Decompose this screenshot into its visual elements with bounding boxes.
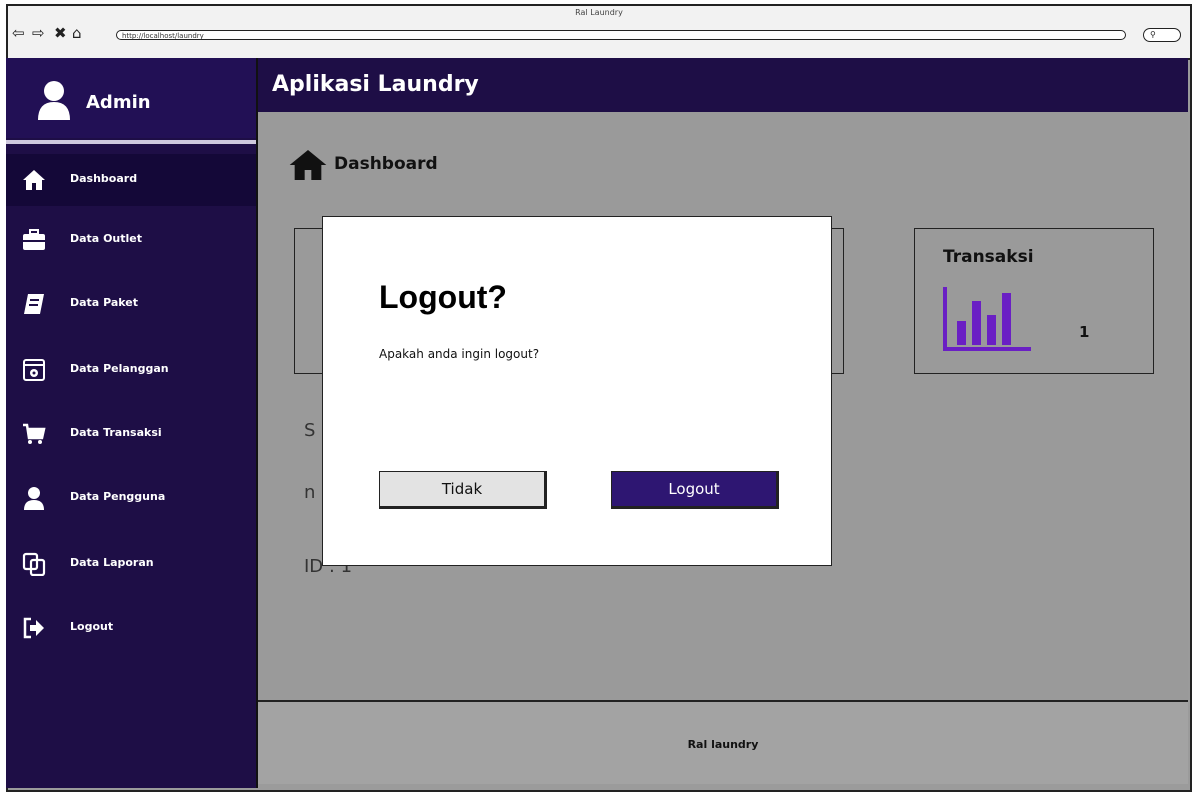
cart-icon: [23, 423, 46, 444]
browser-title: Ral Laundry: [575, 8, 623, 17]
sidebar-item-data-paket[interactable]: Data Paket: [6, 278, 256, 330]
footer-text: Ral laundry: [687, 738, 759, 751]
archive-icon: [23, 359, 45, 381]
sidebar-item-data-pengguna[interactable]: Data Pengguna: [6, 472, 256, 524]
sidebar: Admin Dashboard Data Outlet Data Paket D…: [6, 58, 258, 788]
book-icon: [24, 294, 44, 314]
cancel-button[interactable]: Tidak: [379, 471, 547, 509]
page-title: Dashboard: [334, 154, 438, 174]
sidebar-item-label: Logout: [70, 620, 114, 633]
sidebar-item-data-pelanggan[interactable]: Data Pelanggan: [6, 344, 256, 396]
app-header: Aplikasi Laundry: [258, 58, 1188, 112]
logout-modal: Logout? Apakah anda ingin logout? Tidak …: [322, 216, 832, 566]
sidebar-item-logout[interactable]: Logout: [6, 602, 256, 654]
logout-icon: [23, 617, 44, 639]
modal-message: Apakah anda ingin logout?: [379, 347, 540, 361]
user-icon: [24, 487, 44, 510]
search-icon[interactable]: ⚲: [1143, 28, 1181, 42]
briefcase-icon: [23, 229, 45, 250]
page-footer: Ral laundry: [258, 700, 1188, 784]
user-name: Admin: [86, 92, 151, 113]
bar-chart-icon: [943, 287, 1031, 351]
copy-icon: [22, 552, 46, 576]
close-icon[interactable]: ✖: [54, 24, 67, 42]
app-title: Aplikasi Laundry: [272, 72, 479, 97]
sidebar-item-label: Data Laporan: [70, 556, 154, 569]
partial-text-1: S: [304, 420, 316, 441]
sidebar-item-label: Data Pengguna: [70, 490, 166, 503]
back-icon[interactable]: ⇦: [12, 24, 25, 42]
sidebar-item-data-outlet[interactable]: Data Outlet: [6, 214, 256, 266]
sidebar-item-data-laporan[interactable]: Data Laporan: [6, 538, 256, 590]
home-icon[interactable]: ⌂: [72, 24, 82, 42]
partial-text-2: n: [304, 482, 316, 503]
transaksi-card-title: Transaksi: [943, 247, 1034, 267]
sidebar-divider: [6, 140, 256, 144]
sidebar-item-label: Dashboard: [70, 172, 138, 185]
logout-confirm-button[interactable]: Logout: [611, 471, 779, 509]
sidebar-item-label: Data Pelanggan: [70, 362, 169, 375]
url-bar[interactable]: http://localhost/laundry: [116, 30, 1126, 40]
sidebar-item-label: Data Transaksi: [70, 426, 162, 439]
sidebar-item-data-transaksi[interactable]: Data Transaksi: [6, 408, 256, 460]
home-icon: [23, 170, 45, 190]
user-avatar-icon: [38, 81, 70, 120]
forward-icon[interactable]: ⇨: [32, 24, 45, 42]
home-icon: [289, 150, 327, 180]
sidebar-user-panel: Admin: [6, 58, 256, 138]
transaksi-card: Transaksi 1: [914, 228, 1154, 374]
modal-title: Logout?: [379, 279, 507, 315]
transaksi-count: 1: [1079, 323, 1090, 341]
sidebar-item-dashboard[interactable]: Dashboard: [6, 154, 256, 206]
sidebar-item-label: Data Paket: [70, 296, 138, 309]
sidebar-item-label: Data Outlet: [70, 232, 142, 245]
browser-toolbar: Ral Laundry ⇦ ⇨ ✖ ⌂ http://localhost/lau…: [8, 6, 1190, 60]
